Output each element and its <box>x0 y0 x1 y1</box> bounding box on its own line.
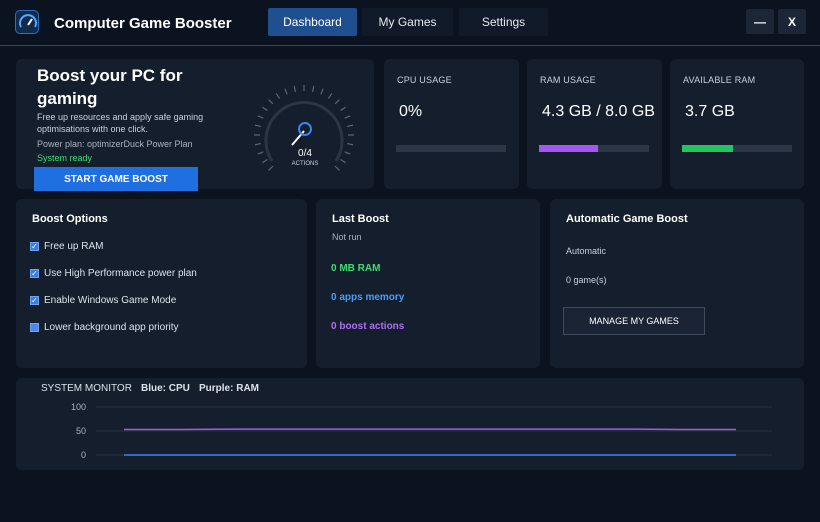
auto-boost-games: 0 game(s) <box>566 275 607 285</box>
boost-options-title: Boost Options <box>32 213 108 225</box>
option-label: Free up RAM <box>44 241 104 252</box>
tab-dashboard[interactable]: Dashboard <box>268 8 357 36</box>
gauge-needle <box>291 130 305 146</box>
last-boost-apps-memory: 0 apps memory <box>331 292 405 303</box>
option-label: Lower background app priority <box>44 322 179 333</box>
title-bar: Computer Game Booster Dashboard My Games… <box>0 0 820 46</box>
gauge-tick <box>293 85 297 92</box>
gauge-hub <box>298 122 312 136</box>
option-label: Use High Performance power plan <box>44 268 197 279</box>
manage-my-games-button[interactable]: MANAGE MY GAMES <box>563 307 705 335</box>
gauge-tick <box>284 88 288 95</box>
option-label: Enable Windows Game Mode <box>44 295 177 306</box>
actions-gauge: 0/4 ACTIONS <box>248 77 360 188</box>
y-tick-label: 0 <box>81 450 86 460</box>
cpu-usage-label: CPU USAGE <box>397 75 452 85</box>
option-lower-priority[interactable]: Lower background app priority <box>30 322 179 333</box>
system-monitor-card: SYSTEM MONITOR Blue: CPU Purple: RAM 100… <box>16 378 804 470</box>
gauge-tick <box>340 158 346 164</box>
ram-usage-bar <box>539 145 649 152</box>
available-ram-value: 3.7 GB <box>685 103 735 120</box>
checkbox-checked-icon[interactable]: ✓ <box>30 269 39 278</box>
gauge-tick <box>262 106 268 112</box>
gauge-tick <box>340 106 346 112</box>
gauge-tick <box>344 151 351 155</box>
app-title: Computer Game Booster <box>54 15 232 32</box>
gauge-tick <box>320 88 324 95</box>
gauge-tick <box>275 93 281 99</box>
start-game-boost-button[interactable]: START GAME BOOST <box>34 167 198 191</box>
last-boost-ram: 0 MB RAM <box>331 263 381 274</box>
auto-boost-title: Automatic Game Boost <box>566 213 688 225</box>
cpu-usage-card: CPU USAGE 0% <box>384 59 519 189</box>
power-plan-text: Power plan: optimizerDuck Power Plan <box>37 139 193 149</box>
system-monitor-chart: 100 50 0 <box>71 402 772 460</box>
option-game-mode[interactable]: ✓ Enable Windows Game Mode <box>30 295 176 306</box>
tab-my-games[interactable]: My Games <box>362 8 453 36</box>
hero-description: Free up resources and apply safe gaming … <box>37 112 204 134</box>
hero-title: Boost your PC for gaming <box>37 66 183 108</box>
cpu-usage-value: 0% <box>399 103 423 120</box>
auto-boost-card: Automatic Game Boost Automatic 0 game(s)… <box>550 199 804 368</box>
gauge-tick <box>347 142 354 146</box>
available-ram-label: AVAILABLE RAM <box>683 75 756 85</box>
available-ram-bar-fill <box>682 145 733 152</box>
tab-settings[interactable]: Settings <box>459 8 548 36</box>
option-free-up-ram[interactable]: ✓ Free up RAM <box>30 241 103 252</box>
available-ram-card: AVAILABLE RAM 3.7 GB <box>670 59 804 189</box>
available-ram-bar <box>682 145 792 152</box>
last-boost-title: Last Boost <box>332 213 389 225</box>
minimize-button[interactable]: — <box>746 9 774 34</box>
gauge-value: 0/4 <box>298 148 312 159</box>
cpu-usage-bar <box>396 145 506 152</box>
ram-usage-label: RAM USAGE <box>540 75 596 85</box>
checkbox-checked-icon[interactable]: ✓ <box>30 242 39 251</box>
gauge-tick <box>347 124 354 128</box>
gauge-tick <box>334 99 340 105</box>
gauge-tick <box>254 124 261 128</box>
speedometer-icon <box>15 10 39 34</box>
gauge-tick <box>327 93 333 99</box>
ram-usage-card: RAM USAGE 4.3 GB / 8.0 GB <box>527 59 662 189</box>
gauge-tick <box>268 99 274 105</box>
boost-options-card: Boost Options ✓ Free up RAM ✓ Use High P… <box>16 199 307 368</box>
ram-usage-bar-fill <box>539 145 599 152</box>
gauge-tick <box>344 115 351 119</box>
gauge-tick <box>262 158 268 164</box>
gauge-label: ACTIONS <box>292 161 319 167</box>
checkbox-checked-icon[interactable]: ✓ <box>30 296 39 305</box>
gauge-tick <box>257 115 264 119</box>
system-status: System ready <box>37 153 93 163</box>
boost-hero-card: Boost your PC for gaming Free up resourc… <box>16 59 374 191</box>
gauge-tick <box>257 151 264 155</box>
last-boost-card: Last Boost Not run 0 MB RAM 0 apps memor… <box>316 199 540 368</box>
y-tick-label: 100 <box>71 402 86 412</box>
gauge-tick <box>311 85 315 92</box>
last-boost-status: Not run <box>332 232 362 242</box>
gauge-tick <box>334 165 340 171</box>
last-boost-actions: 0 boost actions <box>331 321 405 332</box>
gauge-tick <box>268 165 274 171</box>
y-tick-label: 50 <box>76 426 86 436</box>
option-high-performance-plan[interactable]: ✓ Use High Performance power plan <box>30 268 197 279</box>
ram-usage-value: 4.3 GB / 8.0 GB <box>542 103 655 120</box>
auto-boost-mode: Automatic <box>566 246 607 256</box>
checkbox-unchecked-icon[interactable] <box>30 323 39 332</box>
close-button[interactable]: X <box>778 9 806 34</box>
gauge-tick <box>254 142 261 146</box>
